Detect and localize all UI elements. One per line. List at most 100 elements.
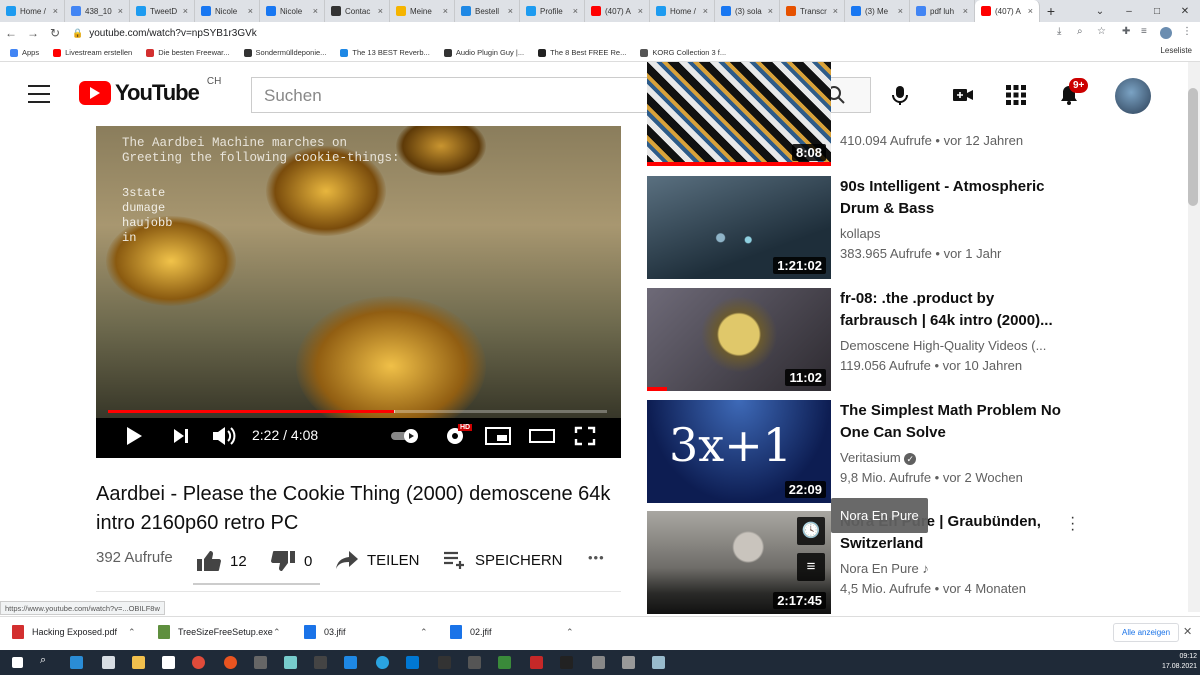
task-view-icon[interactable] — [102, 656, 115, 669]
url-field[interactable]: 🔒 youtube.com/watch?v=npSYB1r3GVk — [72, 28, 257, 39]
app-icon[interactable] — [622, 656, 635, 669]
browser-tab[interactable]: pdf luh × — [910, 0, 975, 22]
video-thumbnail[interactable]: 3x+1 22:09 — [647, 400, 831, 503]
add-to-queue-icon[interactable]: ≡ — [797, 553, 825, 581]
close-download-bar-button[interactable]: ✕ — [1183, 625, 1192, 638]
browser-tab[interactable]: Profile × — [520, 0, 585, 22]
next-icon[interactable] — [172, 427, 190, 445]
bookmark-item[interactable]: The 13 BEST Reverb... — [340, 48, 430, 57]
browser-tab[interactable]: (407) A × — [585, 0, 650, 22]
bookmark-item[interactable]: Apps — [10, 48, 39, 57]
recommendation-card[interactable]: 3x+1 22:09 The Simplest Math Problem No … — [647, 400, 1187, 504]
taskbar-search-icon[interactable]: ⌕ — [40, 654, 53, 667]
share-button[interactable]: TEILEN — [335, 550, 420, 570]
video-thumbnail[interactable]: 8:08 — [647, 62, 831, 166]
browser-tab[interactable]: (3) sola × — [715, 0, 780, 22]
hamburger-menu-icon[interactable] — [28, 85, 50, 103]
browser-tab[interactable]: TweetD × — [130, 0, 195, 22]
chrome-icon[interactable] — [192, 656, 205, 669]
video-thumbnail[interactable]: 1:21:02 — [647, 176, 831, 279]
tab-close-icon[interactable]: × — [183, 6, 188, 16]
bookmark-item[interactable]: Sondermülldeponie... — [243, 48, 326, 57]
show-all-downloads-button[interactable]: Alle anzeigen — [1113, 623, 1180, 642]
app-icon[interactable] — [652, 656, 665, 669]
browser-tab[interactable]: 438_10 × — [65, 0, 130, 22]
app-icon[interactable] — [254, 656, 267, 669]
recommendation-card[interactable]: 8:08 410.094 Aufrufe • vor 12 Jahren — [647, 62, 1187, 168]
maximize-button[interactable]: □ — [1143, 0, 1171, 22]
play-icon[interactable] — [124, 426, 144, 446]
more-options-icon[interactable]: · · · — [1070, 510, 1075, 538]
keyboard-icon[interactable] — [468, 656, 481, 669]
channel-name[interactable]: kollaps — [840, 226, 880, 241]
browser-tab[interactable]: Bestell × — [455, 0, 520, 22]
forward-arrow-icon[interactable]: → — [22, 26, 44, 40]
browser-tab[interactable]: Nicole × — [260, 0, 325, 22]
download-item[interactable]: TreeSizeFreeSetup.exe — [158, 625, 273, 639]
app-icon[interactable] — [530, 656, 543, 669]
browser-tab[interactable]: Transcr × — [780, 0, 845, 22]
tab-close-icon[interactable]: × — [638, 6, 643, 16]
miniplayer-icon[interactable] — [484, 426, 512, 446]
back-arrow-icon[interactable]: ← — [0, 26, 22, 40]
download-item[interactable]: 02.jfif — [450, 625, 492, 639]
close-window-button[interactable]: ✕ — [1171, 0, 1199, 22]
volume-icon[interactable] — [211, 425, 237, 447]
tab-close-icon[interactable]: × — [1028, 6, 1033, 16]
live-app-icon[interactable] — [314, 656, 327, 669]
extensions-icon[interactable]: ✚ — [1122, 26, 1130, 37]
bookmark-item[interactable]: Die besten Freewar... — [146, 48, 230, 57]
autoplay-toggle[interactable] — [390, 428, 422, 444]
video-player[interactable]: The Aardbei Machine marches on Greeting … — [96, 126, 621, 458]
bookmark-item[interactable]: The 8 Best FREE Re... — [538, 48, 626, 57]
browser-tab[interactable]: Home / × — [0, 0, 65, 22]
dislike-button[interactable]: 0 — [270, 550, 312, 572]
browser-tab[interactable]: Contac × — [325, 0, 390, 22]
tab-close-icon[interactable]: × — [53, 6, 58, 16]
store-icon[interactable] — [162, 656, 175, 669]
channel-name[interactable]: Nora En Pure ♪ — [840, 561, 929, 576]
chevron-up-icon[interactable]: ⌃ — [420, 627, 428, 638]
menu-dots-icon[interactable]: ⋮ — [1182, 26, 1192, 37]
profile-avatar-icon[interactable] — [1160, 27, 1172, 39]
tab-close-icon[interactable]: × — [768, 6, 773, 16]
app-icon[interactable] — [438, 656, 451, 669]
download-item[interactable]: Hacking Exposed.pdf — [12, 625, 117, 639]
browser-tab[interactable]: Home / × — [650, 0, 715, 22]
download-item[interactable]: 03.jfif — [304, 625, 346, 639]
tab-close-icon[interactable]: × — [248, 6, 253, 16]
tab-close-icon[interactable]: × — [508, 6, 513, 16]
video-thumbnail[interactable]: 11:02 — [647, 288, 831, 391]
tab-close-icon[interactable]: × — [313, 6, 318, 16]
video-title[interactable]: The Simplest Math Problem No One Can Sol… — [840, 400, 1065, 444]
edge-icon[interactable] — [70, 656, 83, 669]
telegram-icon[interactable] — [376, 656, 389, 669]
tab-close-icon[interactable]: × — [378, 6, 383, 16]
mail-icon[interactable] — [344, 656, 357, 669]
app-icon[interactable] — [592, 656, 605, 669]
tab-close-icon[interactable]: × — [118, 6, 123, 16]
bookmark-item[interactable]: Audio Plugin Guy |... — [443, 48, 524, 57]
tab-close-icon[interactable]: × — [443, 6, 448, 16]
tab-search-icon[interactable]: ⌄ — [1086, 0, 1114, 22]
recommendation-card[interactable]: 1:21:02 90s Intelligent - Atmospheric Dr… — [647, 176, 1187, 280]
taskbar-clock[interactable]: 09:12 17.08.2021 — [1162, 652, 1197, 672]
ubuntu-icon[interactable] — [224, 656, 237, 669]
fullscreen-icon[interactable] — [574, 426, 596, 446]
browser-tab[interactable]: Nicole × — [195, 0, 260, 22]
bookmark-item[interactable]: KORG Collection 3 f... — [640, 48, 726, 57]
like-button[interactable]: 12 — [196, 550, 247, 572]
reload-icon[interactable]: ↻ — [44, 26, 66, 40]
channel-name[interactable]: Demoscene High-Quality Videos (... — [840, 338, 1046, 353]
new-tab-button[interactable]: + — [1040, 0, 1062, 22]
windows-start-icon[interactable] — [12, 657, 23, 668]
chevron-up-icon[interactable]: ⌃ — [128, 627, 136, 638]
bookmark-item[interactable]: Livestream erstellen — [53, 48, 132, 57]
youtube-logo[interactable]: YouTube CH — [79, 76, 221, 106]
save-button[interactable]: SPEICHERN — [443, 550, 563, 570]
video-title[interactable]: 90s Intelligent - Atmospheric Drum & Bas… — [840, 176, 1065, 220]
app-icon[interactable] — [498, 656, 511, 669]
minimize-button[interactable]: – — [1115, 0, 1143, 22]
browser-tab[interactable]: (407) A × — [975, 0, 1040, 22]
reading-list-button[interactable]: Leseliste — [1160, 46, 1192, 55]
